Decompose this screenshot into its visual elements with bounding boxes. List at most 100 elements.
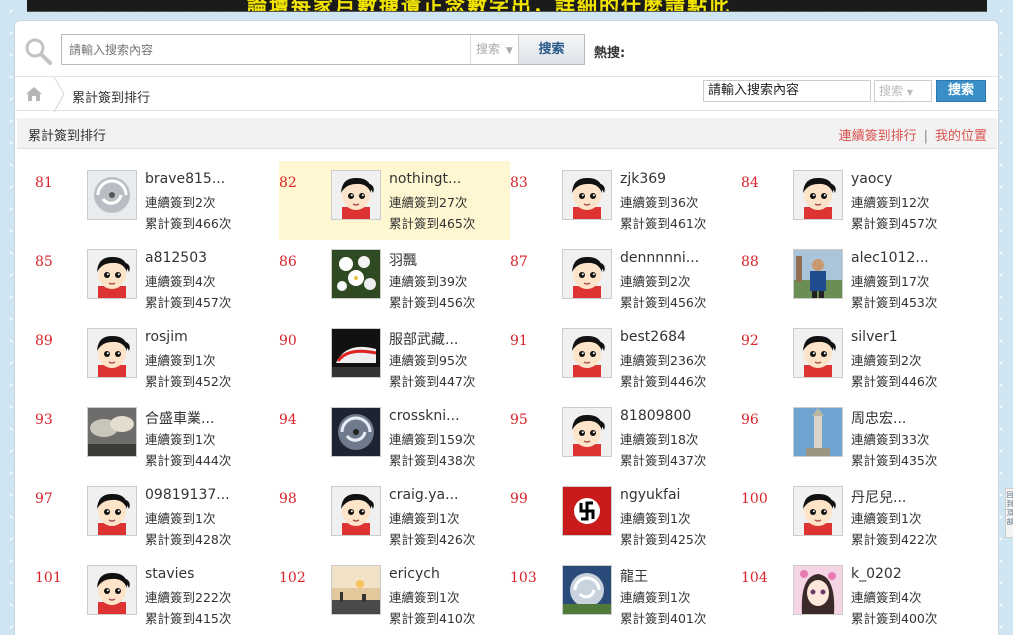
username-link[interactable]: alec1012...	[851, 250, 929, 266]
rank-number: 92	[741, 333, 759, 349]
username-link[interactable]: silver1	[851, 329, 898, 345]
consecutive-signin-count: 連續簽到17次	[851, 274, 930, 289]
avatar[interactable]	[331, 249, 381, 299]
username-link[interactable]: zjk369	[620, 171, 666, 187]
username-link[interactable]: k_0202	[851, 566, 902, 582]
username-link[interactable]: dennnnni...	[620, 250, 699, 266]
username-link[interactable]: 服部武藏...	[389, 329, 458, 349]
ranking-item: 89 rosjim 連續簽到1次累計簽到452次	[35, 319, 266, 398]
top-banner[interactable]: 論壇每家戶數據遺正念數字出，詳細的什麼請點此	[27, 0, 987, 12]
username-link[interactable]: best2684	[620, 329, 686, 345]
search-type-dropdown[interactable]: 搜索 ▼	[470, 35, 518, 64]
avatar[interactable]	[793, 170, 843, 220]
avatar[interactable]	[331, 328, 381, 378]
home-icon[interactable]	[26, 87, 42, 101]
ranking-item: 83 zjk369 連續簽到36次 累計簽到461次	[510, 161, 741, 240]
rank-number: 100	[741, 491, 768, 507]
ranking-item: 88 alec1012... 連續簽到17次 累計簽到453次	[741, 240, 972, 319]
total-signin-count: 累計簽到415次	[145, 611, 232, 626]
back-to-top-button[interactable]: 回到頂部	[1005, 488, 1013, 538]
avatar[interactable]	[331, 565, 381, 615]
consecutive-signin-count: 連續簽到1次	[620, 590, 691, 605]
username-link[interactable]: stavies	[145, 566, 194, 582]
rank-number: 84	[741, 175, 759, 191]
ranking-item: 97 09819137... 連續簽到1次 累計簽到428次	[35, 477, 266, 556]
consecutive-signin-count: 連續簽到1次	[620, 511, 691, 526]
username-link[interactable]: rosjim	[145, 329, 188, 345]
avatar[interactable]	[562, 486, 612, 536]
chevron-down-icon: ▼	[505, 46, 513, 56]
ranking-item: 85 a812503 連續簽到4次 累計簽到457次	[35, 240, 266, 319]
rank-number: 91	[510, 333, 528, 349]
username-link[interactable]: a812503	[145, 250, 207, 266]
avatar[interactable]	[793, 249, 843, 299]
username-link[interactable]: 龍王	[620, 566, 648, 586]
rank-number: 102	[279, 570, 306, 586]
ranking-item: 94 crosskni... 連續簽到159次 累計簽到438次	[279, 398, 510, 477]
consecutive-signin-count: 連續簽到95次	[389, 353, 468, 368]
rank-number: 94	[279, 412, 297, 428]
total-signin-count: 累計簽到410次	[389, 611, 476, 626]
total-signin-count: 累計簽到456次	[389, 295, 476, 310]
total-signin-count: 累計簽到447次	[389, 374, 476, 389]
avatar[interactable]	[562, 249, 612, 299]
rank-number: 89	[35, 333, 53, 349]
username-link[interactable]: ngyukfai	[620, 487, 680, 503]
username-link[interactable]: 丹尼兒...	[851, 487, 906, 507]
consecutive-signin-count: 連續簽到27次	[389, 195, 468, 210]
mini-search-button[interactable]: 搜索	[936, 80, 986, 102]
username-link[interactable]: crosskni...	[389, 408, 460, 424]
total-signin-count: 累計簽到435次	[851, 453, 938, 468]
avatar[interactable]	[87, 328, 137, 378]
avatar[interactable]	[793, 407, 843, 457]
avatar[interactable]	[331, 170, 381, 220]
avatar[interactable]	[793, 565, 843, 615]
username-link[interactable]: nothingt...	[389, 171, 461, 187]
avatar[interactable]	[87, 407, 137, 457]
total-signin-count: 累計簽到457次	[145, 295, 232, 310]
avatar[interactable]	[331, 407, 381, 457]
avatar[interactable]	[562, 328, 612, 378]
username-link[interactable]: 羽飄	[389, 250, 417, 270]
avatar[interactable]	[87, 486, 137, 536]
rank-number: 83	[510, 175, 528, 191]
avatar[interactable]	[87, 170, 137, 220]
username-link[interactable]: 合盛車業...	[145, 408, 214, 428]
username-link[interactable]: 周忠宏...	[851, 408, 906, 428]
username-link[interactable]: 81809800	[620, 408, 691, 424]
search-button[interactable]: 搜索	[518, 35, 584, 64]
search-icon	[25, 38, 52, 65]
rank-number: 104	[741, 570, 768, 586]
avatar[interactable]	[562, 565, 612, 615]
avatar[interactable]	[562, 170, 612, 220]
avatar[interactable]	[87, 249, 137, 299]
mini-search-type-dropdown[interactable]: 搜索 ▼	[874, 80, 932, 102]
total-signin-count: 累計簽到428次	[145, 532, 232, 547]
username-link[interactable]: ericych	[389, 566, 440, 582]
consecutive-signin-count: 連續簽到2次	[851, 353, 922, 368]
username-link[interactable]: brave815...	[145, 171, 225, 187]
mini-search-input[interactable]: 請輸入搜索內容	[703, 80, 871, 102]
avatar[interactable]	[793, 486, 843, 536]
avatar[interactable]	[87, 565, 137, 615]
avatar[interactable]	[562, 407, 612, 457]
search-input[interactable]	[62, 35, 470, 64]
consecutive-ranking-link[interactable]: 連續簽到排行	[839, 129, 917, 144]
rank-number: 95	[510, 412, 528, 428]
consecutive-signin-count: 連續簽到18次	[620, 432, 699, 447]
ranking-item: 101 stavies 連續簽到222次 累計簽到415次	[35, 556, 266, 635]
username-link[interactable]: yaocy	[851, 171, 892, 187]
total-signin-count: 累計簽到465次	[389, 216, 476, 231]
consecutive-signin-count: 連續簽到1次	[145, 353, 216, 368]
total-signin-count: 累計簽到452次	[145, 374, 232, 389]
link-separator: |	[923, 129, 928, 144]
avatar[interactable]	[331, 486, 381, 536]
main-panel: 搜索 ▼ 搜索 熱搜: 累計簽到排行 請輸入搜索內容 搜索 ▼ 搜索 累計簽到排…	[14, 20, 999, 635]
username-link[interactable]: 09819137...	[145, 487, 230, 503]
search-bar: 搜索 ▼ 搜索 熱搜:	[15, 21, 998, 76]
my-position-link[interactable]: 我的位置	[935, 129, 987, 144]
ranking-item: 103 龍王 連續簽到1次 累計簽到401次	[510, 556, 741, 635]
username-link[interactable]: craig.ya...	[389, 487, 458, 503]
avatar[interactable]	[793, 328, 843, 378]
ranking-item: 84 yaocy 連續簽到12次 累計簽到457次	[741, 161, 972, 240]
